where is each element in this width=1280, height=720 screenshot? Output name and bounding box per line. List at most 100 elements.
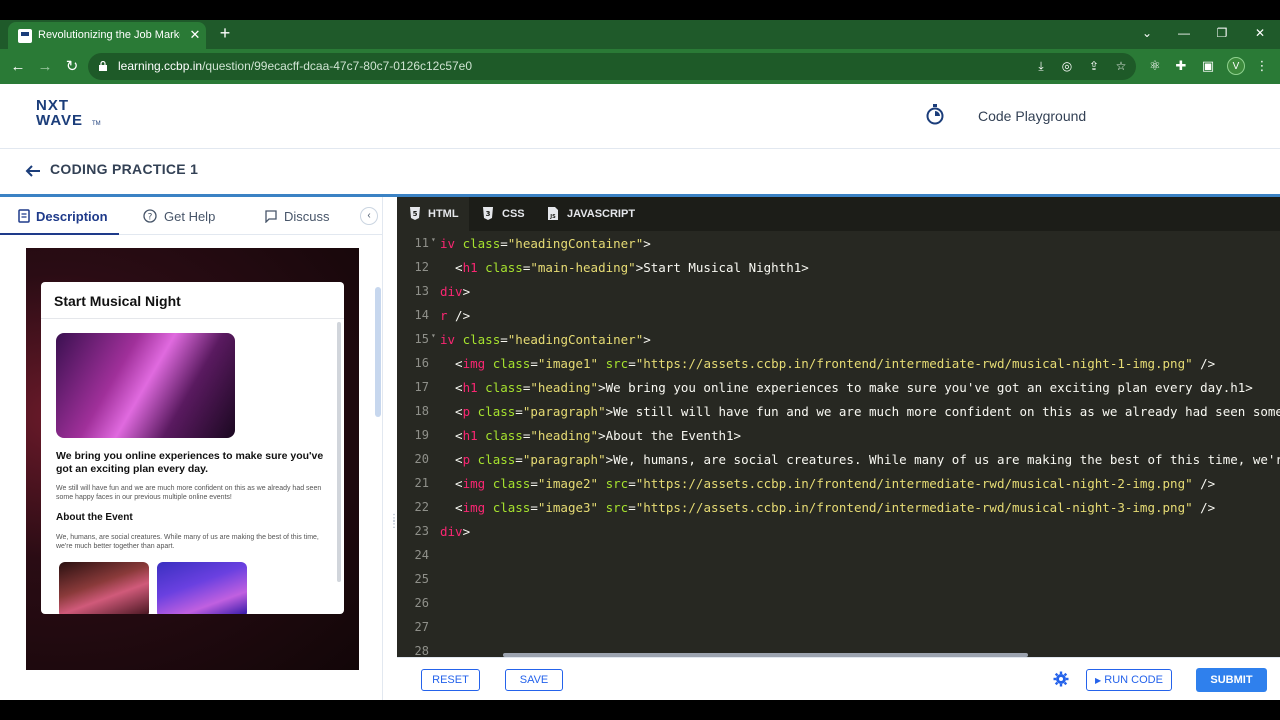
code-line[interactable]: 25 — [397, 567, 1280, 591]
line-number: 22 — [414, 500, 429, 514]
line-number: 20 — [414, 452, 429, 466]
preview-scrollbar[interactable] — [337, 322, 341, 582]
line-number: 23 — [414, 524, 429, 538]
code-line[interactable]: 26 — [397, 591, 1280, 615]
code-text: <img class="image1" src="https://assets.… — [440, 356, 1216, 371]
code-text: iv class="headingContainer"> — [440, 236, 651, 251]
code-line[interactable]: 23 div> — [397, 519, 1280, 543]
musical-night-image-1 — [56, 333, 235, 438]
line-number: 17 — [414, 380, 429, 394]
tab-label: Get Help — [164, 209, 216, 224]
description-panel: Description ? Get Help Discuss ‹ Start M… — [0, 197, 383, 700]
back-arrow-icon[interactable] — [24, 164, 42, 178]
code-line[interactable]: 12 <h1 class="main-heading">Start Musica… — [397, 255, 1280, 279]
tab-javascript[interactable]: JS JAVASCRIPT — [535, 197, 635, 231]
tab-html[interactable]: 5 HTML — [397, 197, 469, 231]
stopwatch-icon[interactable] — [925, 103, 945, 125]
left-panel-scrollbar[interactable] — [375, 287, 381, 417]
output-preview: Start Musical Night We bring you online … — [26, 248, 359, 670]
code-line[interactable]: 14 r /> — [397, 303, 1280, 327]
url-path: /question/99ecacff-dcaa-47c7-80c7-0126c1… — [202, 59, 473, 73]
line-number: 13 — [414, 284, 429, 298]
line-number: 19 — [414, 428, 429, 442]
settings-gear-icon[interactable] — [1053, 671, 1069, 687]
line-number: 25 — [414, 572, 429, 586]
tracking-eye-off-icon[interactable]: ◎ — [1060, 59, 1074, 73]
svg-text:5: 5 — [413, 210, 418, 218]
tab-css[interactable]: 3 CSS — [471, 197, 531, 231]
code-line[interactable]: 16 <img class="image1" src="https://asse… — [397, 351, 1280, 375]
header-divider — [0, 148, 1280, 149]
editor-tabs: 5 HTML 3 CSS JS JAVASCRIPT — [397, 197, 1280, 231]
code-area[interactable]: 11 ▾ iv class="headingContainer"> 12 <h1 cl… — [397, 231, 1280, 657]
code-line[interactable]: 24 — [397, 543, 1280, 567]
js-file-icon: JS — [548, 207, 558, 220]
code-text: div> — [440, 524, 471, 539]
code-line[interactable]: 19 <h1 class="heading">About the Eventh1… — [397, 423, 1280, 447]
line-number: 11 — [414, 236, 429, 250]
tab-discuss[interactable]: Discuss — [250, 197, 350, 235]
reload-icon[interactable]: ↻ — [62, 57, 82, 77]
reset-button[interactable]: RESET — [421, 669, 480, 691]
code-text: <p class="paragraph">We, humans, are soc… — [440, 452, 1280, 467]
profile-avatar[interactable]: V — [1227, 57, 1245, 75]
site-favicon-icon — [18, 29, 32, 43]
collapse-panel-chevron-icon[interactable]: ‹ — [360, 207, 378, 225]
line-number: 12 — [414, 260, 429, 274]
address-bar[interactable]: learning.ccbp.in/question/99ecacff-dcaa-… — [88, 53, 1136, 80]
code-playground-link[interactable]: Code Playground — [978, 108, 1086, 124]
css3-icon: 3 — [483, 207, 493, 220]
save-button[interactable]: SAVE — [505, 669, 563, 691]
code-line[interactable]: 27 — [397, 615, 1280, 639]
restore-icon[interactable]: ❐ — [1212, 26, 1232, 40]
code-line[interactable]: 18 <p class="paragraph">We still will ha… — [397, 399, 1280, 423]
share-icon[interactable]: ⇪ — [1087, 59, 1101, 73]
left-panel-tabs: Description ? Get Help Discuss ‹ — [0, 197, 383, 235]
run-code-button[interactable]: ▶ RUN CODE — [1086, 669, 1172, 691]
code-text: <h1 class="heading">About the Eventh1> — [440, 428, 742, 443]
nxtwave-logo[interactable]: NXT WAVE TM — [36, 97, 106, 133]
tab-description[interactable]: Description — [0, 197, 119, 235]
help-circle-icon: ? — [143, 209, 157, 223]
logo-trademark: TM — [92, 121, 101, 127]
submit-button[interactable]: SUBMIT — [1196, 668, 1267, 692]
extension-react-icon[interactable]: ⚛ — [1147, 58, 1163, 74]
code-line[interactable]: 22 <img class="image3" src="https://asse… — [397, 495, 1280, 519]
line-number: 21 — [414, 476, 429, 490]
back-icon[interactable]: ← — [8, 57, 28, 77]
browser-tab[interactable]: Revolutionizing the Job Market | ✕ — [8, 22, 206, 49]
tab-get-help[interactable]: ? Get Help — [129, 197, 239, 235]
code-editor[interactable]: 5 HTML 3 CSS JS JAVASCRIPT 11 ▾ iv class="… — [397, 197, 1280, 657]
svg-text:JS: JS — [549, 214, 556, 220]
tab-search-chevron-icon[interactable]: ⌄ — [1137, 26, 1157, 40]
editor-action-bar: RESET SAVE ▶ RUN CODE SUBMIT — [397, 657, 1280, 700]
code-line[interactable]: 13 div> — [397, 279, 1280, 303]
code-text: iv class="headingContainer"> — [440, 332, 651, 347]
preview-about-heading: About the Event — [56, 512, 133, 523]
code-text: r /> — [440, 308, 471, 323]
fold-chevron-icon[interactable]: ▾ — [431, 235, 436, 244]
code-line[interactable]: 21 <img class="image2" src="https://asse… — [397, 471, 1280, 495]
fold-chevron-icon[interactable]: ▾ — [431, 331, 436, 340]
side-panel-icon[interactable]: ▣ — [1200, 58, 1216, 74]
bookmark-star-icon[interactable]: ☆ — [1114, 59, 1128, 73]
extensions-puzzle-icon[interactable]: ✚ — [1173, 58, 1189, 74]
code-line[interactable]: 11 ▾ iv class="headingContainer"> — [397, 231, 1280, 255]
browser-menu-icon[interactable]: ⋮ — [1254, 58, 1270, 74]
install-app-icon[interactable]: ⤓ — [1034, 59, 1048, 73]
line-number: 15 — [414, 332, 429, 346]
run-code-label: RUN CODE — [1104, 674, 1163, 686]
forward-icon[interactable]: → — [35, 57, 55, 77]
code-line[interactable]: 17 <h1 class="heading">We bring you onli… — [397, 375, 1280, 399]
new-tab-button[interactable]: + — [216, 24, 234, 42]
resize-handle[interactable]: ⋮ ⋮ — [389, 514, 399, 546]
code-text: <img class="image3" src="https://assets.… — [440, 500, 1216, 515]
close-window-icon[interactable]: ✕ — [1250, 26, 1270, 40]
code-line[interactable]: 20 <p class="paragraph">We, humans, are … — [397, 447, 1280, 471]
minimize-icon[interactable]: — — [1174, 26, 1194, 40]
line-number: 26 — [414, 596, 429, 610]
screen: Revolutionizing the Job Market | ✕ + ⌄ —… — [0, 0, 1280, 720]
url-host: learning.ccbp.in — [118, 59, 203, 73]
code-line[interactable]: 15 ▾ iv class="headingContainer"> — [397, 327, 1280, 351]
close-tab-icon[interactable]: ✕ — [188, 28, 202, 42]
